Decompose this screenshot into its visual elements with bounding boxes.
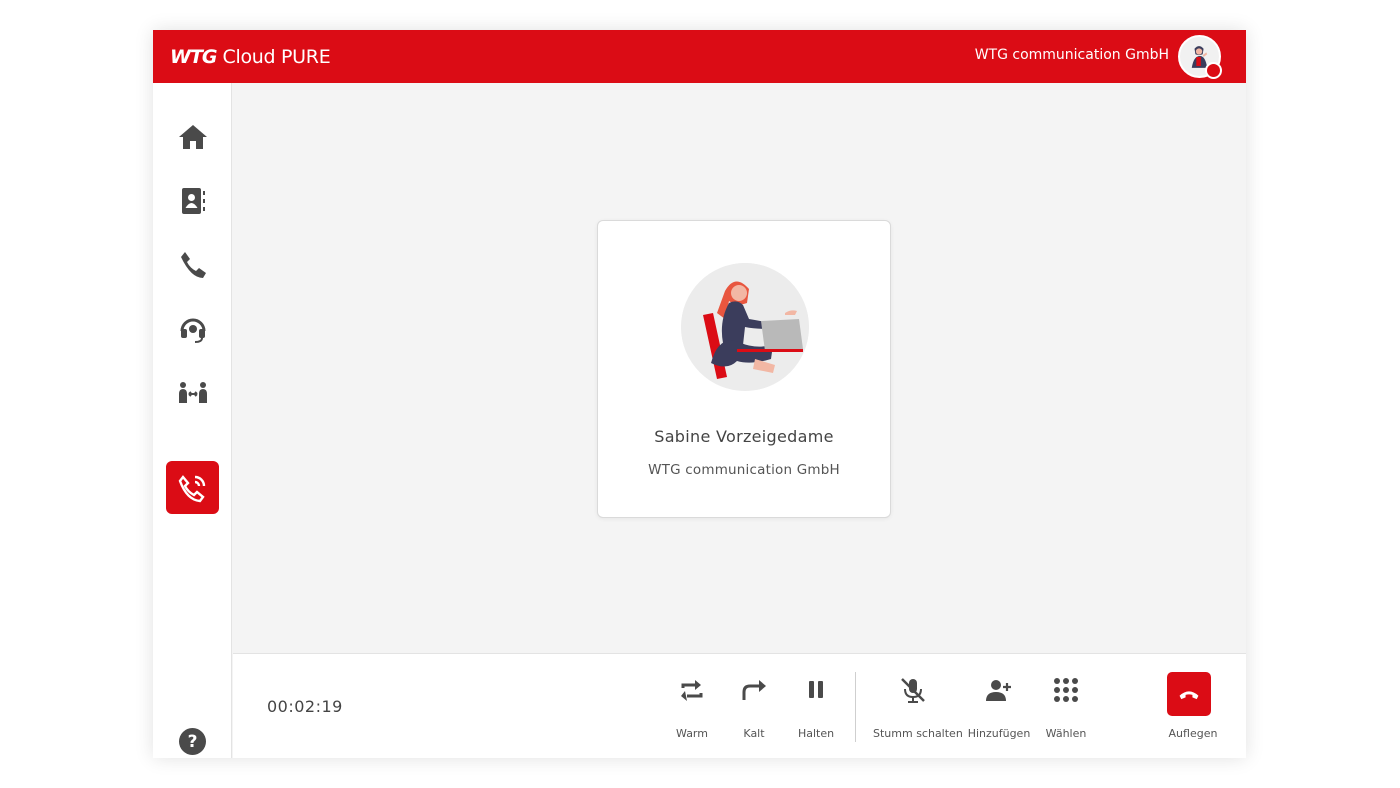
app-logo[interactable]: WTG Cloud PURE — [170, 44, 331, 70]
sidebar-item-headset[interactable] — [166, 302, 219, 355]
user-avatar[interactable] — [1178, 35, 1222, 79]
home-icon — [178, 124, 207, 149]
presence-status-dot — [1205, 62, 1222, 79]
sidebar-item-contacts[interactable] — [166, 174, 219, 227]
mute-button[interactable]: Stumm schalten — [873, 676, 963, 746]
hold-label: Halten — [797, 727, 835, 740]
mute-label: Stumm schalten — [873, 727, 963, 740]
warm-transfer-icon — [678, 676, 706, 704]
people-transfer-icon — [178, 381, 207, 403]
sidebar-item-phone[interactable] — [166, 238, 219, 291]
dialpad-label: Wählen — [1045, 727, 1087, 740]
sidebar-item-active-call[interactable] — [166, 461, 219, 514]
logo-mark: WTG — [170, 46, 218, 68]
help-icon[interactable]: ? — [179, 728, 206, 755]
add-person-icon — [985, 676, 1013, 704]
call-control-bar: 00:02:19 Warm Kalt Halten Stumm schalten… — [233, 653, 1246, 758]
hold-button[interactable]: Halten — [776, 676, 856, 746]
main-content: Sabine Vorzeigedame WTG communication Gm… — [233, 83, 1246, 653]
sidebar: ? — [153, 83, 232, 758]
phone-icon — [180, 251, 206, 278]
app-window: WTG Cloud PURE WTG communication GmbH ? … — [153, 30, 1246, 758]
sidebar-item-transfer[interactable] — [166, 366, 219, 419]
headset-icon — [180, 318, 205, 343]
agent-illustration — [681, 263, 809, 391]
dialpad-icon — [1052, 676, 1080, 704]
mic-off-icon — [899, 676, 927, 704]
logo-product: Cloud PURE — [222, 46, 331, 68]
contact-company: WTG communication GmbH — [648, 462, 840, 478]
dialpad-button[interactable]: Wählen — [1026, 676, 1106, 746]
pause-icon — [802, 676, 830, 704]
call-timer: 00:02:19 — [267, 697, 343, 716]
hang-up-icon — [1167, 672, 1211, 716]
sidebar-item-home[interactable] — [166, 110, 219, 163]
phone-ringing-icon — [178, 474, 205, 502]
contact-card: Sabine Vorzeigedame WTG communication Gm… — [597, 220, 891, 518]
contact-name: Sabine Vorzeigedame — [654, 427, 834, 446]
hang-up-button[interactable]: Auflegen — [1153, 672, 1233, 746]
cold-transfer-icon — [740, 676, 768, 704]
action-divider — [855, 672, 856, 742]
hang-up-label: Auflegen — [1168, 727, 1218, 740]
contacts-book-icon — [181, 187, 205, 214]
contact-avatar — [681, 263, 809, 391]
top-bar: WTG Cloud PURE WTG communication GmbH — [153, 30, 1246, 83]
organization-name: WTG communication GmbH — [974, 47, 1169, 63]
